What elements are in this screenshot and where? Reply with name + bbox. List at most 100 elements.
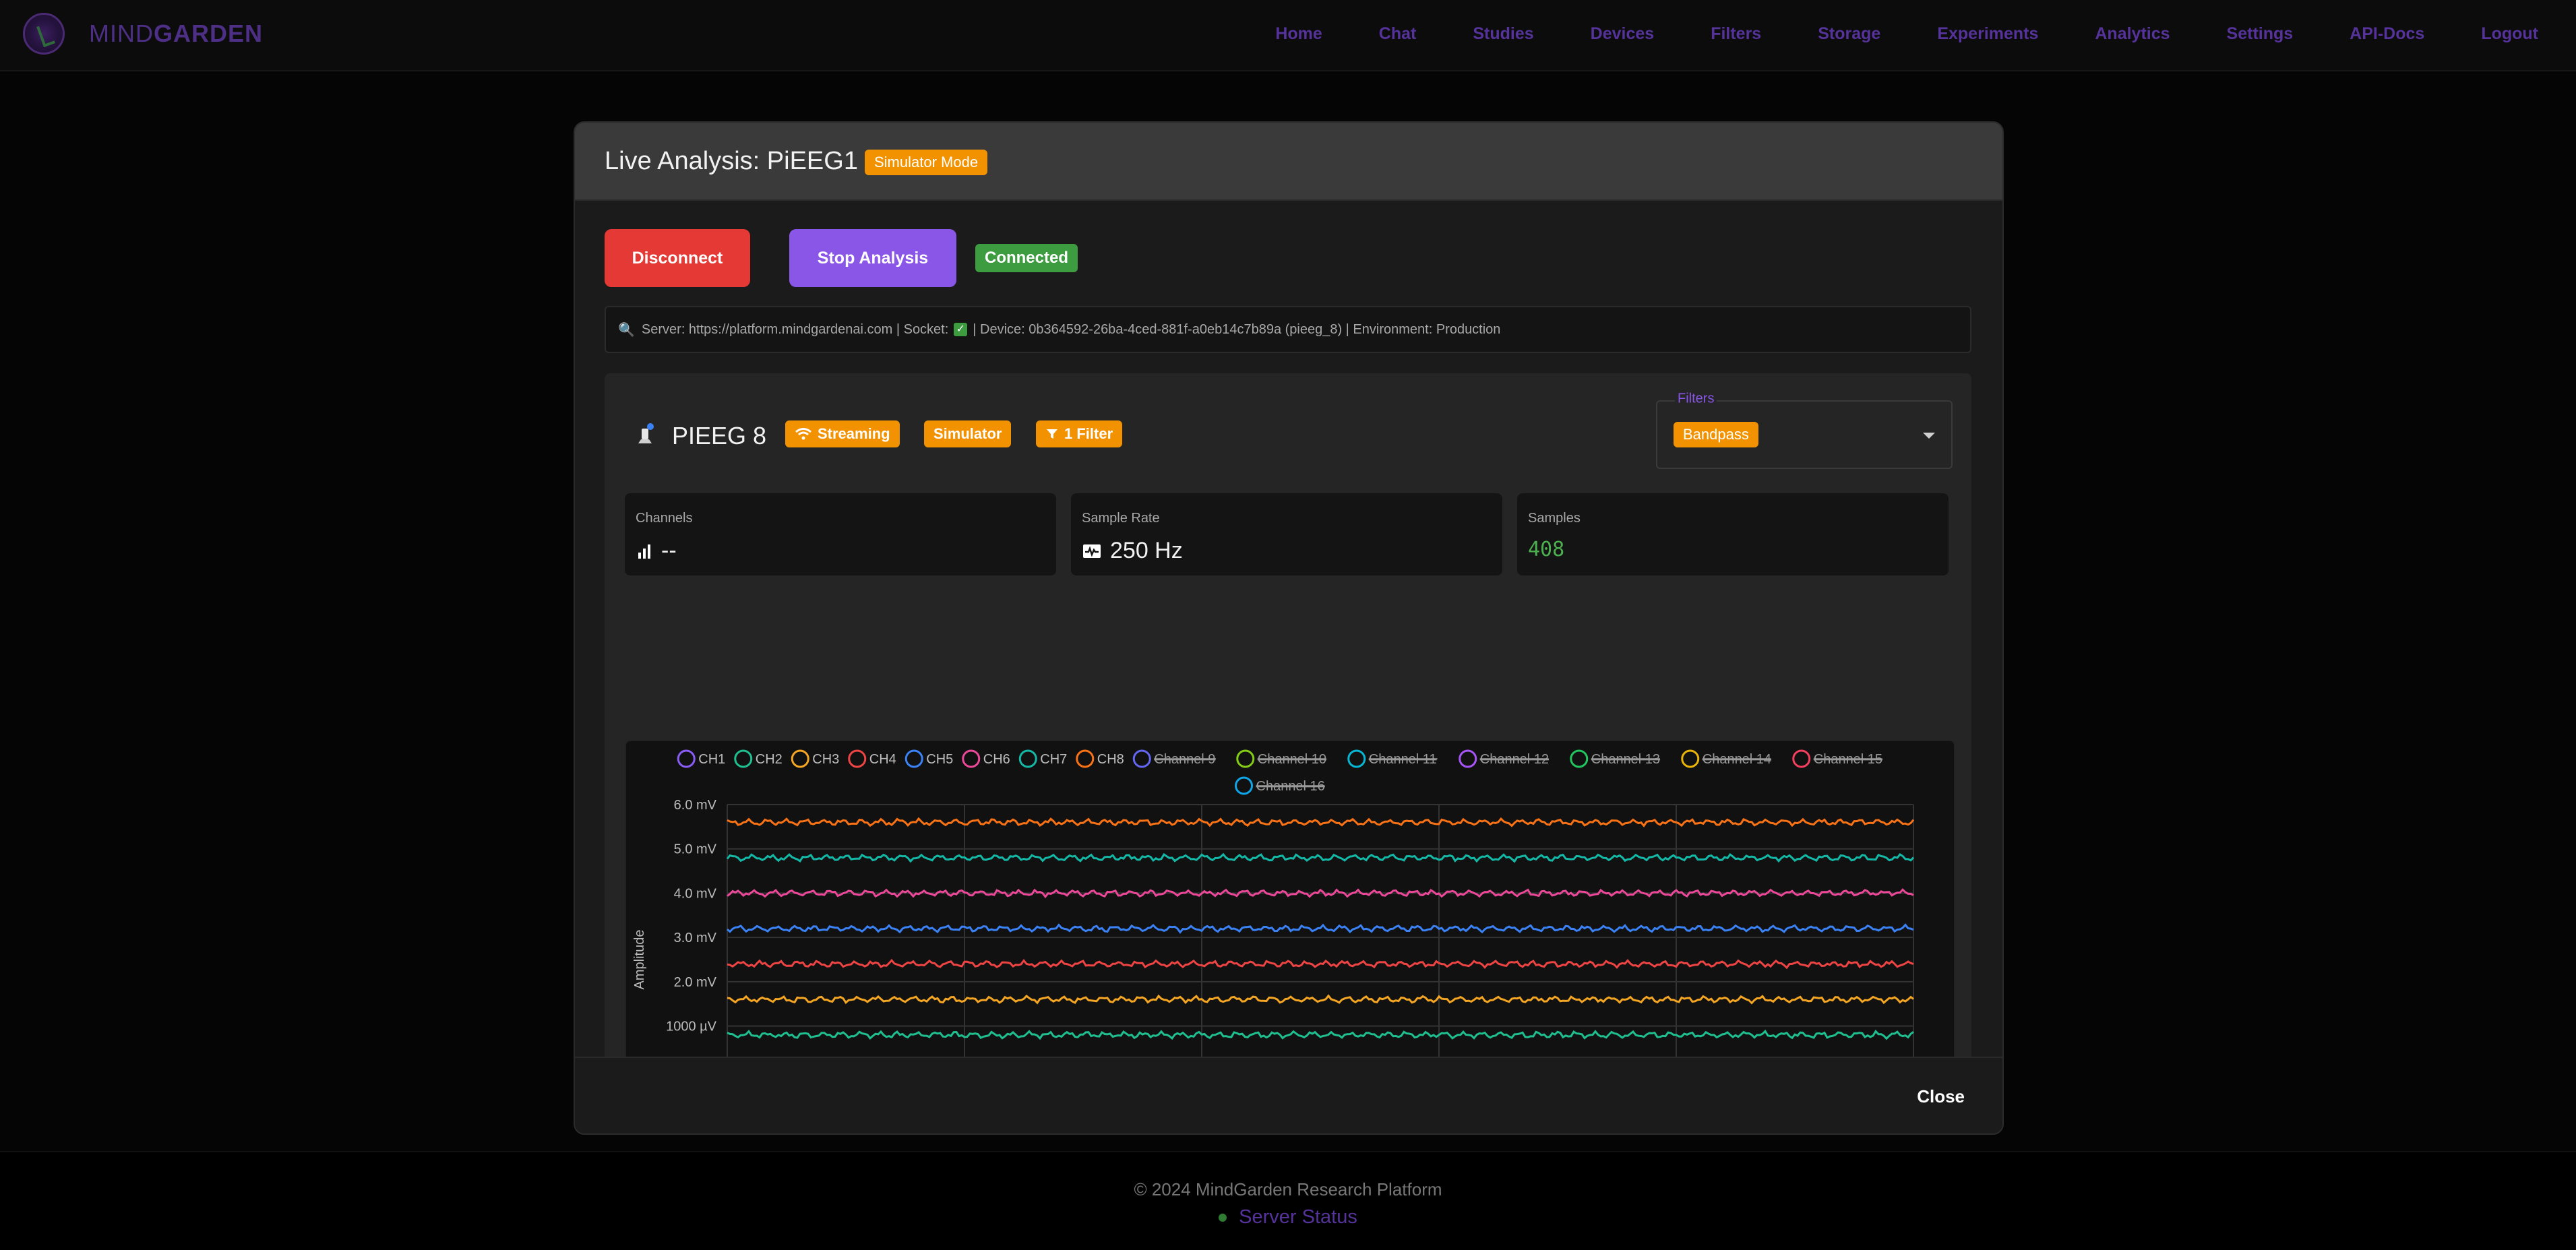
nav-link-devices[interactable]: Devices <box>1591 24 1655 44</box>
copyright-text: © 2024 MindGarden Research Platform <box>1134 1179 1442 1199</box>
socket-check-icon: ✓ <box>954 323 968 336</box>
legend-label-channel-14: Channel 14 <box>1703 752 1771 767</box>
modal-header: Live Analysis: PiEEG1 Simulator Mode <box>575 123 2002 201</box>
legend-marker-ch2 <box>734 749 753 768</box>
series-line-ch4 <box>727 958 1914 970</box>
legend-label-ch6: CH6 <box>983 752 1010 767</box>
server-status-link[interactable]: Server Status <box>0 1206 2576 1228</box>
disconnect-button[interactable]: Disconnect <box>605 229 750 287</box>
legend-label-ch4: CH4 <box>869 752 896 767</box>
legend-label-ch1: CH1 <box>698 752 725 767</box>
simulator-mode-badge: Simulator Mode <box>865 150 988 175</box>
legend-marker-channel-15 <box>1792 749 1811 768</box>
nav-link-filters[interactable]: Filters <box>1711 24 1761 44</box>
y-tick-label: 4.0 mV <box>674 886 717 901</box>
legend-marker-ch1 <box>677 749 696 768</box>
channels-value: -- <box>636 538 677 564</box>
nav-link-home[interactable]: Home <box>1275 24 1322 44</box>
y-tick-label: 1000 µV <box>666 1020 717 1034</box>
nav-link-settings[interactable]: Settings <box>2227 24 2294 44</box>
modal-title: Live Analysis: PiEEG1 <box>605 147 858 175</box>
legend-marker-ch7 <box>1018 749 1037 768</box>
legend-label-channel-12: Channel 12 <box>1480 752 1549 767</box>
y-tick-label: 3.0 mV <box>674 931 717 945</box>
live-analysis-modal: Live Analysis: PiEEG1 Simulator Mode Dis… <box>574 121 2004 1135</box>
y-axis-title: Amplitude <box>632 930 647 990</box>
channels-value-text: -- <box>661 538 677 563</box>
connection-status-badge: Connected <box>975 244 1078 272</box>
legend-label-channel-10: Channel 10 <box>1258 752 1326 767</box>
brand-wordmark: MINDGARDEN <box>89 20 264 47</box>
filter-icon <box>1047 429 1057 439</box>
close-button[interactable]: Close <box>1917 1086 1965 1107</box>
sample-rate-label: Sample Rate <box>1082 511 1160 526</box>
legend-label-channel-11: Channel 11 <box>1369 752 1437 767</box>
mindgarden-logo-icon <box>23 13 65 55</box>
top-navbar: MINDGARDEN Home Chat Studies Devices Fil… <box>0 0 2576 71</box>
channels-label: Channels <box>636 511 693 526</box>
legend-label-ch8: CH8 <box>1097 752 1124 767</box>
nav-link-storage[interactable]: Storage <box>1818 24 1880 44</box>
sample-rate-value: 250 Hz <box>1082 538 1183 564</box>
legend-marker-channel-10 <box>1236 749 1255 768</box>
sample-rate-stat-card: Sample Rate 250 Hz <box>1071 493 1502 575</box>
connection-info-bar: 🔍 Server: https://platform.mindgardenai.… <box>605 306 1971 353</box>
legend-label-ch2: CH2 <box>756 752 783 767</box>
sample-rate-value-text: 250 Hz <box>1110 538 1183 563</box>
filters-select[interactable]: Filters Bandpass <box>1656 391 1953 469</box>
samples-label: Samples <box>1528 511 1581 526</box>
legend-marker-channel-9 <box>1132 749 1151 768</box>
legend-label-ch3: CH3 <box>812 752 839 767</box>
samples-stat-card: Samples 408 <box>1517 493 1949 575</box>
selected-filter-chip[interactable]: Bandpass <box>1674 422 1758 447</box>
device-icon <box>638 423 654 443</box>
stop-analysis-button[interactable]: Stop Analysis <box>789 229 956 287</box>
nav-link-chat[interactable]: Chat <box>1379 24 1417 44</box>
dropdown-arrow-icon[interactable] <box>1923 433 1935 439</box>
legend-marker-channel-12 <box>1459 749 1477 768</box>
streaming-tag: Streaming <box>785 420 900 447</box>
nav-link-analytics[interactable]: Analytics <box>2095 24 2170 44</box>
sensor-icon <box>1083 544 1101 558</box>
legend-marker-ch3 <box>791 749 809 768</box>
series-line-ch3 <box>727 994 1914 1005</box>
legend-label-ch5: CH5 <box>926 752 953 767</box>
nav-link-experiments[interactable]: Experiments <box>1937 24 2038 44</box>
series-line-ch5 <box>727 923 1914 934</box>
filters-select-label: Filters <box>1675 391 1717 407</box>
legend-marker-channel-14 <box>1681 749 1700 768</box>
legend-label-ch7: CH7 <box>1040 752 1067 767</box>
series-line-ch8 <box>727 817 1915 827</box>
server-status-label: Server Status <box>1239 1206 1357 1228</box>
legend-label-channel-9: Channel 9 <box>1154 752 1215 767</box>
bar-chart-icon <box>638 544 650 559</box>
legend-label-channel-13: Channel 13 <box>1591 752 1660 767</box>
main-nav: Home Chat Studies Devices Filters Storag… <box>1219 0 2538 67</box>
series-line-ch7 <box>726 852 1915 863</box>
device-name: PIEEG 8 <box>672 422 767 449</box>
streaming-tag-label: Streaming <box>818 425 890 442</box>
legend-marker-ch4 <box>848 749 867 768</box>
legend-marker-ch8 <box>1076 749 1095 768</box>
nav-link-logout[interactable]: Logout <box>2481 24 2538 44</box>
legend-marker-channel-13 <box>1570 749 1589 768</box>
series-line-ch2 <box>727 1029 1914 1040</box>
filter-count-tag: 1 Filter <box>1036 420 1123 447</box>
y-tick-label: 2.0 mV <box>674 975 717 990</box>
nav-link-studies[interactable]: Studies <box>1473 24 1533 44</box>
legend-marker-ch6 <box>962 749 981 768</box>
samples-value: 408 <box>1528 538 1565 561</box>
modal-footer: Close <box>575 1057 2002 1133</box>
status-dot-icon <box>1219 1214 1227 1222</box>
legend-label-channel-15: Channel 15 <box>1814 752 1882 767</box>
filter-count-label: 1 Filter <box>1064 425 1113 442</box>
device-info-text: | Device: 0b364592-26ba-4ced-881f-a0eb14… <box>973 321 1501 337</box>
page-footer: © 2024 MindGarden Research Platform Serv… <box>0 1151 2576 1250</box>
nav-link-api-docs[interactable]: API-Docs <box>2350 24 2424 44</box>
magnifier-icon: 🔍 <box>618 322 635 338</box>
server-info-text: Server: https://platform.mindgardenai.co… <box>641 321 949 337</box>
brand[interactable]: MINDGARDEN <box>23 12 263 55</box>
device-panel: PIEEG 8 Streaming Simulator 1 Filter Fil… <box>605 373 1971 1133</box>
legend-marker-channel-11 <box>1347 749 1366 768</box>
simulator-tag: Simulator <box>924 420 1012 447</box>
